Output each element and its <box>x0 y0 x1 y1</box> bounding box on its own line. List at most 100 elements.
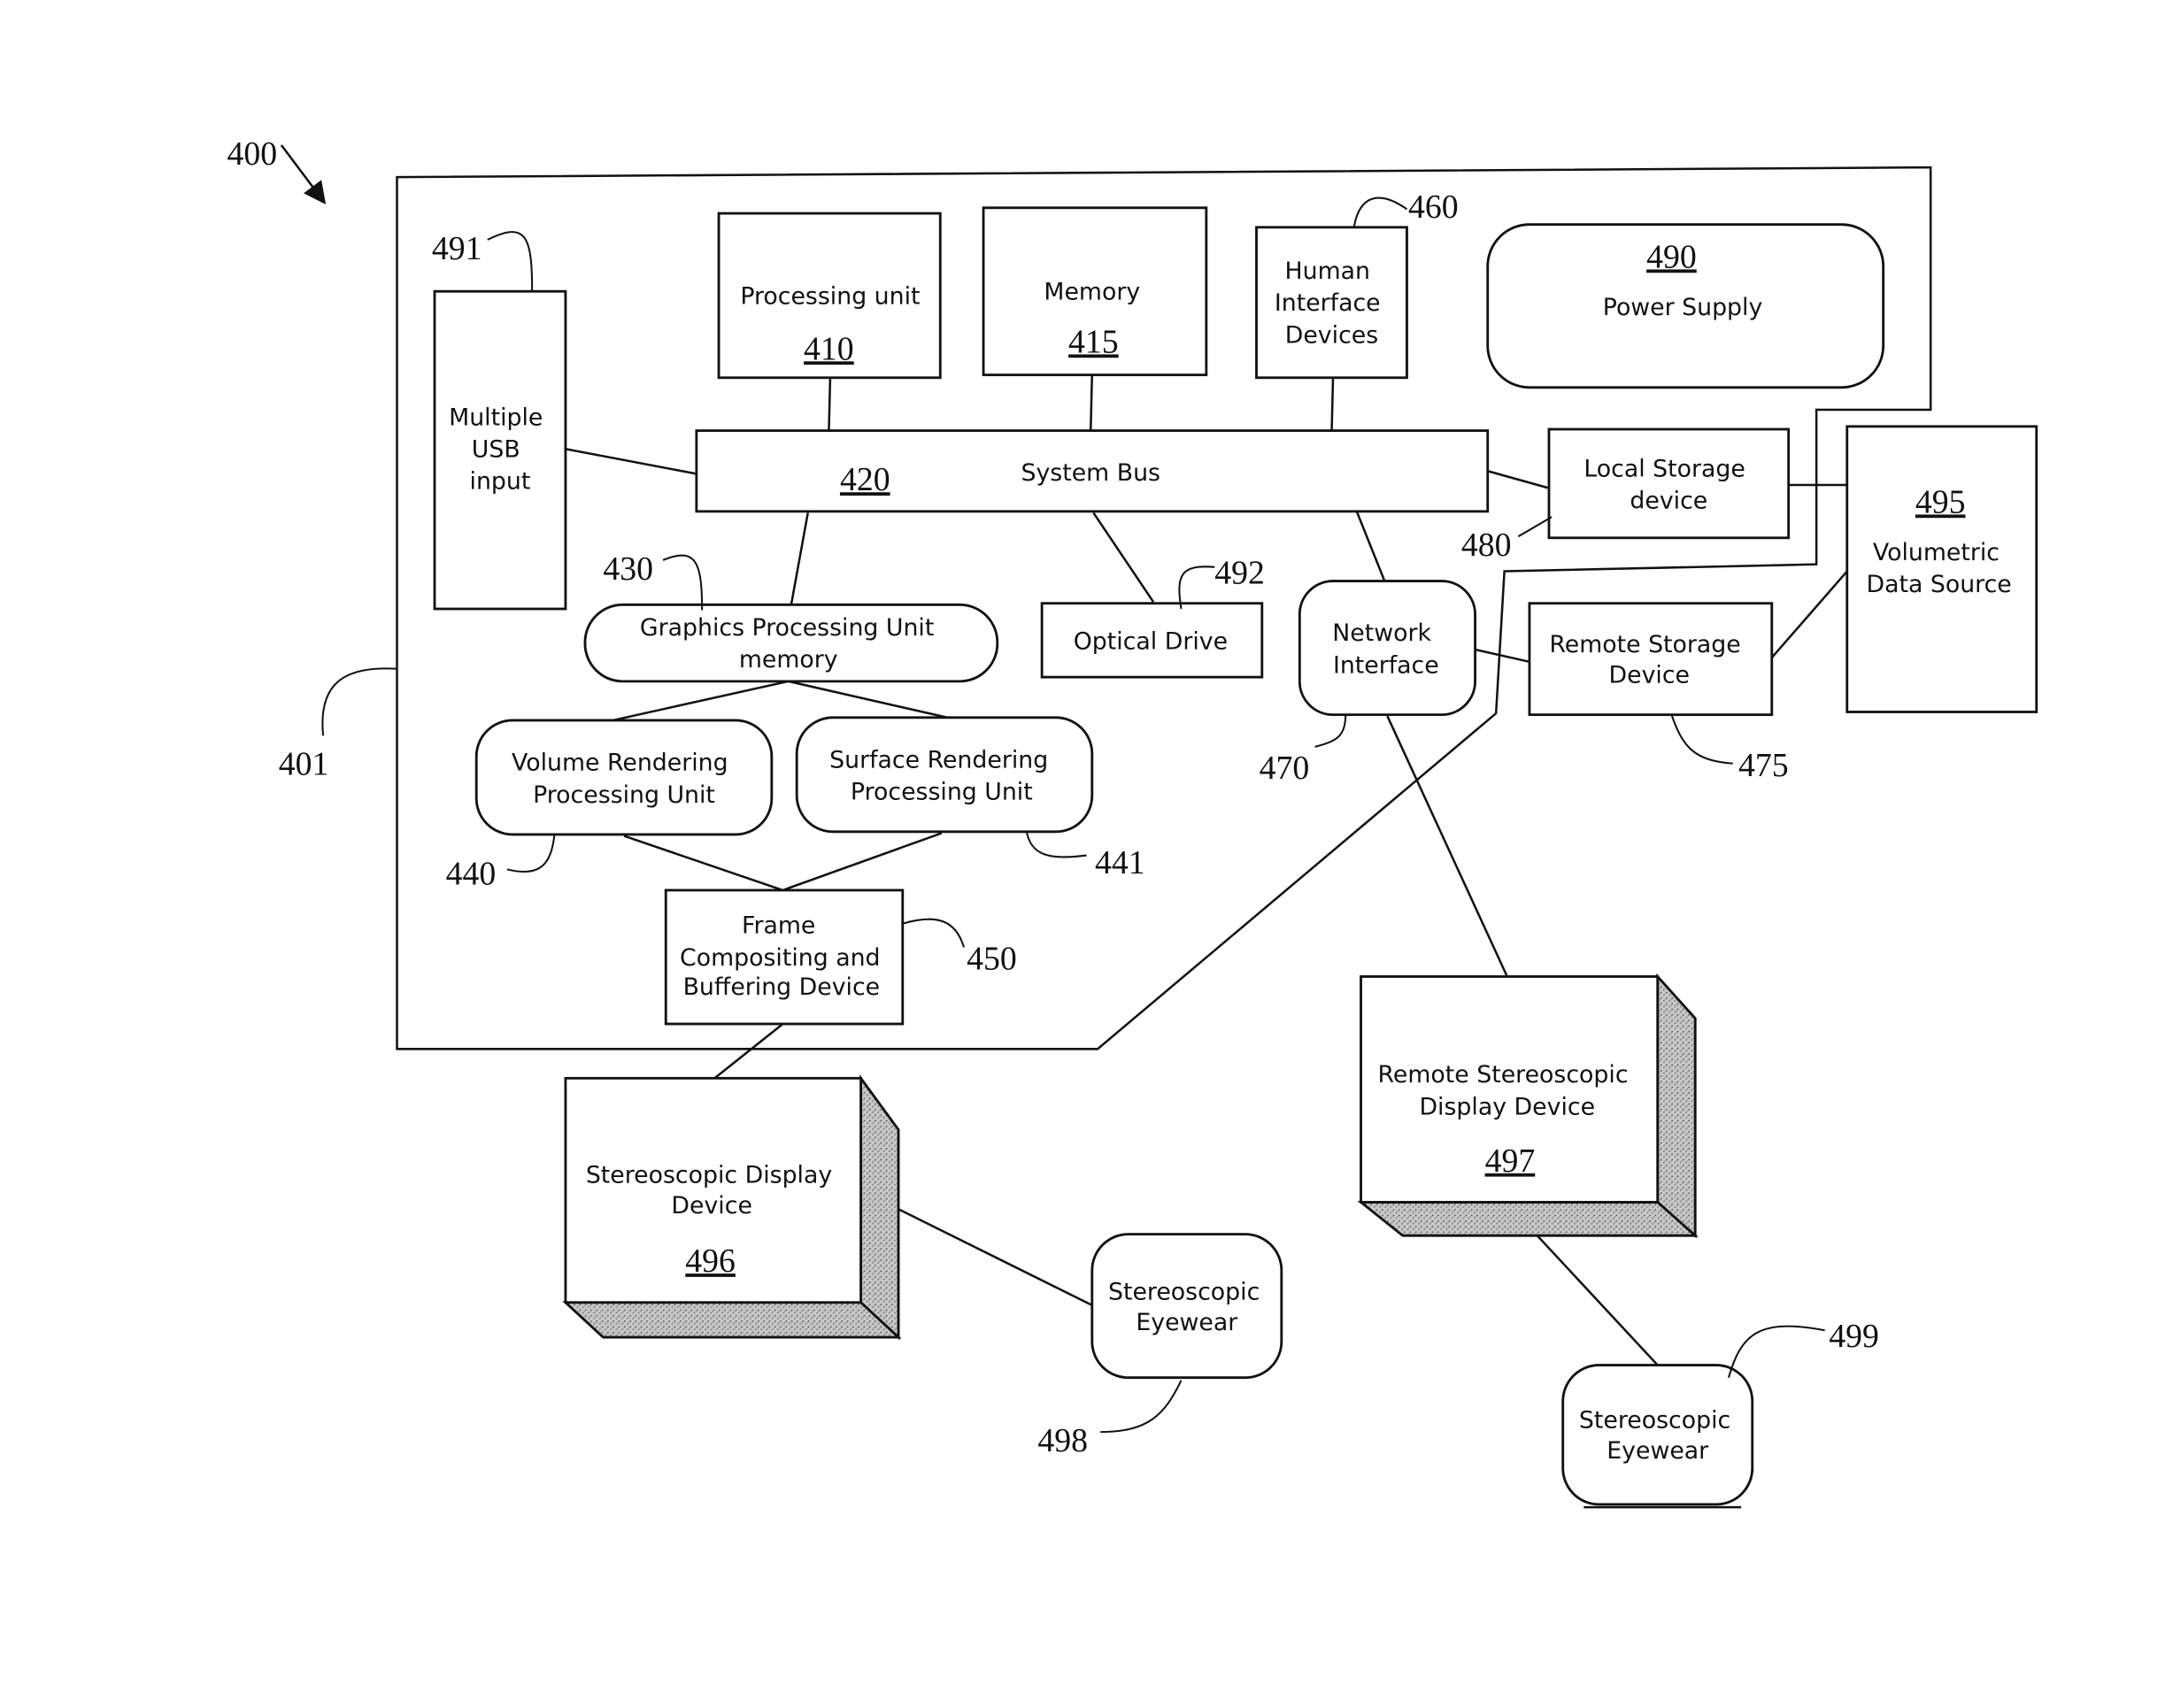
remote-storage-box <box>1528 602 1774 717</box>
eyewear-local-label-line-1: Stereoscopic <box>1108 1279 1260 1306</box>
frame-compositing-label-line-1: Frame <box>742 912 815 940</box>
volume-frame-link <box>623 835 783 892</box>
enclosure-ref-number: 401 <box>279 745 329 782</box>
optical-drive-ref-number: 492 <box>1214 555 1265 592</box>
network-interface-leader <box>1314 714 1347 748</box>
remote-storage-label-line-1: Remote Storage <box>1549 631 1740 658</box>
usb-input-block[interactable]: Multiple USB input 491 <box>432 230 567 611</box>
remote-stereo-display-block[interactable]: Remote Stereoscopic Display Device 497 <box>1357 973 1699 1239</box>
figure-ref-arrow-icon <box>280 144 327 204</box>
frame-compositing-label-line-3: Buffering Device <box>683 973 881 1001</box>
hid-ref-number: 460 <box>1408 188 1459 226</box>
usb-label-line-1: Multiple <box>449 404 543 431</box>
volume-rendering-label-line-2: Processing Unit <box>533 781 715 809</box>
bus-localstorage-link <box>1487 470 1548 489</box>
hid-label-line-2: Interface <box>1275 289 1381 317</box>
remote-display-bottom <box>1357 1201 1699 1237</box>
network-interface-block[interactable]: Network Interface 470 <box>1260 580 1476 787</box>
eyewear-remote-leader <box>1728 1325 1825 1379</box>
remote-display-label-line-1: Remote Stereoscopic <box>1378 1061 1629 1089</box>
usb-bus-link <box>564 447 697 475</box>
cpu-bus-link <box>828 377 832 434</box>
processing-unit-ref: 410 <box>804 330 854 367</box>
usb-label-line-2: USB <box>472 435 520 463</box>
figure-ref-number: 400 <box>227 135 278 173</box>
frame-display-link <box>713 1023 784 1080</box>
frame-compositing-leader <box>902 918 965 948</box>
optical-drive-label: Optical Drive <box>1074 628 1228 656</box>
remote-storage-label-line-2: Device <box>1609 661 1690 689</box>
system-block-diagram: 400 401 Multiple USB input 491 Processin… <box>227 135 2038 1509</box>
frame-compositing-ref-number: 450 <box>967 941 1017 978</box>
stereo-display-label-line-2: Device <box>671 1192 751 1219</box>
volumetric-label-line-2: Data Source <box>1866 571 2011 598</box>
gpu-memory-label-line-1: Graphics Processing Unit <box>640 614 934 642</box>
remote-storage-block[interactable]: Remote Storage Device 475 <box>1528 602 1789 784</box>
bus-optical-link <box>1092 512 1155 603</box>
gpu-memory-leader <box>662 554 704 611</box>
stereo-display-label-line-1: Stereoscopic Display <box>586 1161 833 1189</box>
remote-display-ref: 497 <box>1485 1143 1536 1180</box>
gpu-memory-block[interactable]: Graphics Processing Unit memory 430 <box>583 550 999 683</box>
enclosure-leader <box>321 667 397 736</box>
processing-unit-block[interactable]: Processing unit 410 <box>717 212 942 380</box>
local-storage-box <box>1547 427 1791 540</box>
surface-rendering-ref-number: 441 <box>1095 844 1145 881</box>
eyewear-local-block[interactable]: Stereoscopic Eyewear 498 <box>1037 1233 1283 1460</box>
remotestorage-volumetric-link <box>1770 570 1848 658</box>
frame-compositing-block[interactable]: Frame Compositing and Buffering Device 4… <box>664 889 1017 1026</box>
surface-rendering-box <box>795 716 1094 834</box>
remote-storage-leader <box>1670 714 1733 765</box>
hid-leader <box>1352 196 1408 228</box>
local-storage-label-line-1: Local Storage <box>1584 456 1745 483</box>
volume-rendering-box <box>474 719 774 836</box>
eyewear-local-box <box>1090 1233 1283 1380</box>
local-storage-ref-number: 480 <box>1461 527 1512 564</box>
volume-rendering-leader <box>506 834 556 873</box>
processing-unit-label: Processing unit <box>740 282 920 310</box>
surface-rendering-label-line-1: Surface Rendering <box>829 746 1048 773</box>
enclosure-ref: 401 <box>279 667 397 782</box>
surface-rendering-label-line-2: Processing Unit <box>851 779 1033 806</box>
power-supply-block[interactable]: 490 Power Supply <box>1486 223 1885 389</box>
memory-ref: 415 <box>1068 323 1119 360</box>
hid-label-line-3: Devices <box>1285 321 1378 349</box>
eyewear-local-leader <box>1100 1380 1183 1434</box>
memory-block[interactable]: Memory 415 <box>982 206 1208 377</box>
surface-rendering-block[interactable]: Surface Rendering Processing Unit 441 <box>795 716 1145 881</box>
system-bus-block[interactable]: 420 System Bus <box>695 429 1490 513</box>
figure-ref: 400 <box>227 135 327 204</box>
stereo-display-block[interactable]: Stereoscopic Display Device 496 <box>562 1074 902 1341</box>
eyewear-remote-label-line-1: Stereoscopic <box>1579 1406 1730 1434</box>
network-interface-label-line-2: Interface <box>1333 651 1439 679</box>
local-storage-block[interactable]: Local Storage device 480 <box>1461 427 1791 564</box>
usb-leader <box>487 231 534 292</box>
local-storage-label-line-2: device <box>1630 488 1707 515</box>
gpu-surface-link <box>788 680 948 719</box>
system-bus-ref: 420 <box>840 461 890 498</box>
network-interface-label-line-1: Network <box>1332 619 1431 647</box>
eyewear-remote-ref-number: 499 <box>1829 1318 1879 1355</box>
eyewear-remote-block[interactable]: Stereoscopic Eyewear 499 <box>1561 1318 1879 1509</box>
stereo-display-ref: 496 <box>685 1243 736 1280</box>
network-remotestorage-link <box>1473 648 1530 664</box>
bus-gpu-link <box>790 512 809 605</box>
usb-ref-number: 491 <box>432 230 482 267</box>
eyewear-remote-box <box>1561 1364 1754 1506</box>
hid-block[interactable]: Human Interface Devices 460 <box>1255 188 1459 380</box>
volumetric-data-source-box <box>1846 425 2038 713</box>
optical-drive-block[interactable]: Optical Drive 492 <box>1040 555 1265 679</box>
eyewear-local-ref-number: 498 <box>1037 1422 1088 1459</box>
gpu-memory-ref-number: 430 <box>603 550 653 588</box>
local-storage-leader <box>1517 516 1553 538</box>
volumetric-data-source-block[interactable]: 495 Volumetric Data Source <box>1846 425 2038 713</box>
volume-rendering-block[interactable]: Volume Rendering Processing Unit 440 <box>446 719 774 893</box>
remote-display-label-line-2: Display Device <box>1419 1093 1595 1120</box>
usb-label-line-3: input <box>470 468 531 496</box>
surface-rendering-leader <box>1025 831 1087 858</box>
memory-bus-link <box>1089 373 1094 431</box>
volume-rendering-label-line-1: Volume Rendering <box>512 750 728 777</box>
surface-frame-link <box>782 832 943 892</box>
stereo-display-side <box>859 1074 900 1341</box>
hid-bus-link <box>1330 376 1335 434</box>
